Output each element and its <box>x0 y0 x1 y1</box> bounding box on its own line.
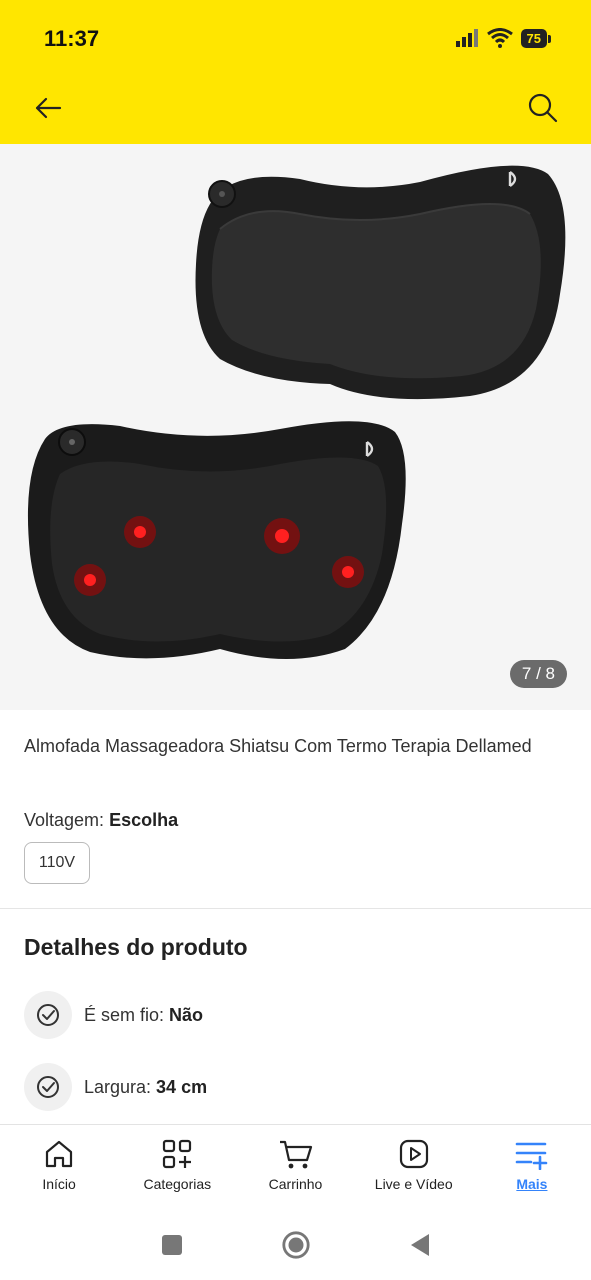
back-system-button[interactable] <box>405 1230 435 1260</box>
detail-value: Não <box>169 1004 204 1025</box>
signal-icon <box>455 29 478 47</box>
menu-plus-icon <box>515 1142 548 1170</box>
play-icon <box>399 1139 428 1169</box>
app-header: 11:37 75 <box>0 0 591 144</box>
search-button[interactable] <box>525 90 561 126</box>
home-icon <box>45 1140 73 1168</box>
check-circle-icon <box>24 1063 72 1111</box>
voltage-option-110v[interactable]: 110V <box>24 842 90 884</box>
detail-label: É sem fio: <box>84 1004 165 1025</box>
system-navigation-bar <box>0 1210 591 1280</box>
wifi-icon <box>486 28 513 48</box>
bottom-navigation: Início Categorias Carrinho Live e Vídeo … <box>0 1124 591 1210</box>
product-image-gallery[interactable]: 7 / 8 <box>0 144 591 710</box>
detail-label: Largura: <box>84 1076 152 1097</box>
detail-value: 34 cm <box>156 1076 208 1097</box>
nav-label: Carrinho <box>268 1176 323 1192</box>
triangle-back-icon <box>410 1234 429 1256</box>
status-icons: 75 <box>455 28 552 48</box>
details-heading: Detalhes do produto <box>24 934 248 960</box>
nav-item-mais[interactable]: Mais <box>473 1125 591 1210</box>
nav-item-carrinho[interactable]: Carrinho <box>236 1125 354 1210</box>
home-system-button[interactable] <box>281 1230 311 1260</box>
search-icon <box>528 93 558 123</box>
product-image <box>27 165 566 659</box>
grid-plus-icon <box>163 1139 192 1169</box>
nav-item-categorias[interactable]: Categorias <box>118 1125 236 1210</box>
back-button[interactable] <box>30 90 66 126</box>
nav-label: Mais <box>516 1176 548 1192</box>
nav-label: Live e Vídeo <box>374 1176 453 1192</box>
nav-label: Início <box>42 1176 76 1192</box>
detail-item: Largura: 34 cm <box>24 1063 207 1111</box>
recents-button[interactable] <box>157 1230 187 1260</box>
divider <box>0 908 591 909</box>
nav-label: Categorias <box>143 1176 212 1192</box>
battery-indicator: 75 <box>520 28 552 48</box>
cart-icon <box>279 1140 312 1169</box>
arrow-left-icon <box>35 97 62 119</box>
nav-item-inicio[interactable]: Início <box>0 1125 118 1210</box>
status-time: 11:37 <box>44 26 100 51</box>
variation-value: Escolha <box>109 810 179 830</box>
variation-label-text: Voltagem: <box>24 810 105 830</box>
nav-item-live-video[interactable]: Live e Vídeo <box>355 1125 473 1210</box>
gallery-counter: 7 / 8 <box>509 660 567 688</box>
pillow-bottom-image <box>27 421 406 659</box>
pillow-top-image <box>195 165 566 400</box>
square-icon <box>161 1235 182 1255</box>
detail-item: É sem fio: Não <box>24 991 203 1039</box>
variation-label: Voltagem: Escolha <box>24 810 178 831</box>
circle-icon <box>281 1231 310 1259</box>
check-circle-icon <box>24 991 72 1039</box>
product-title: Almofada Massageadora Shiatsu Com Termo … <box>24 736 532 756</box>
